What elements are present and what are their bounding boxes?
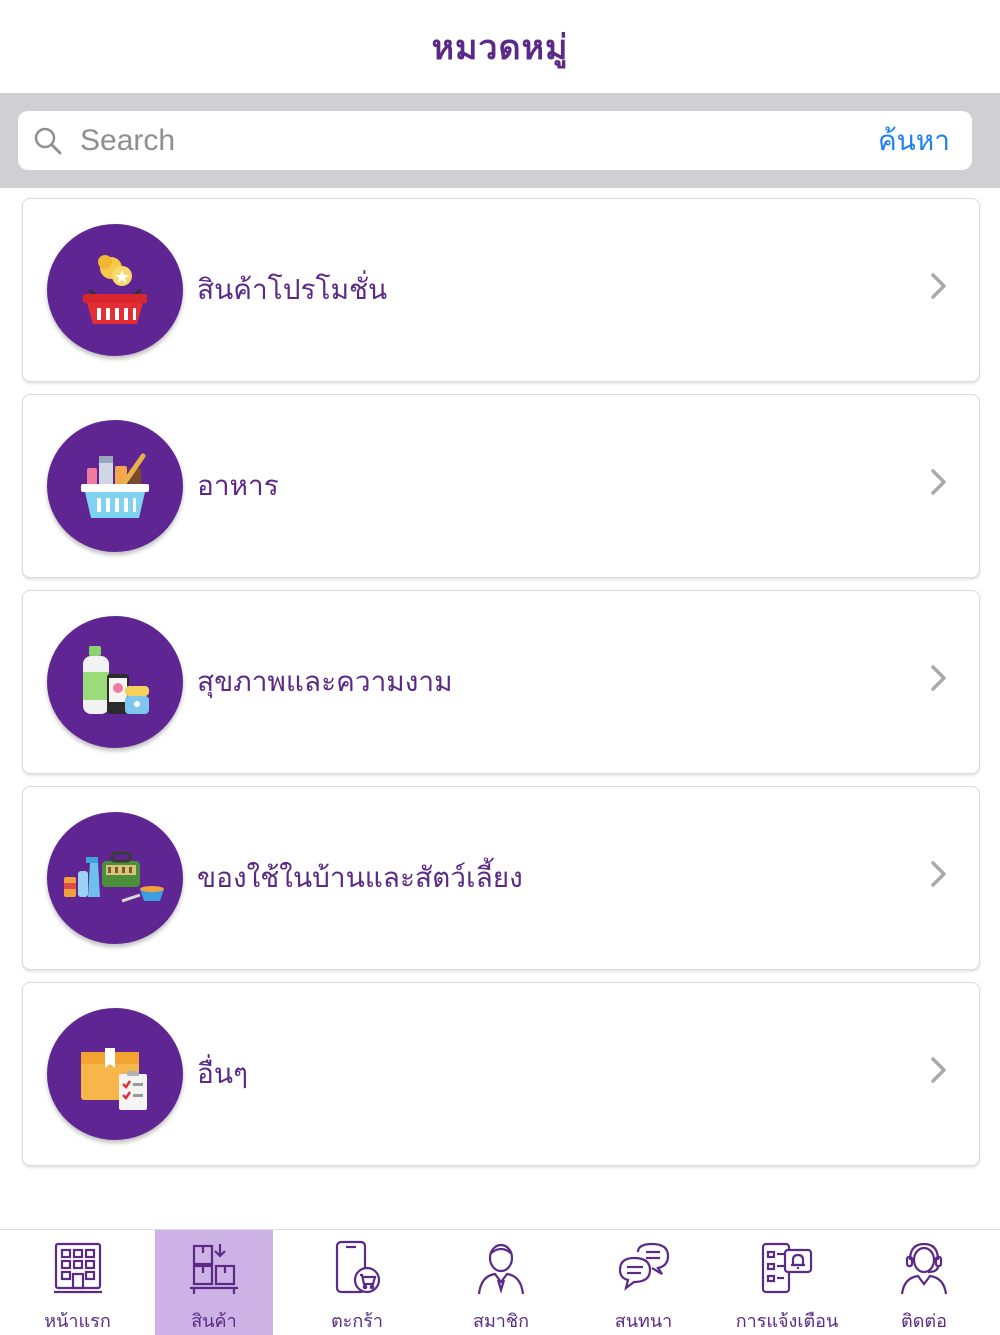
- search-icon: [32, 125, 64, 157]
- promotion-basket-icon: [47, 224, 183, 356]
- tab-chat[interactable]: สนทนา: [561, 1230, 726, 1335]
- notification-bell-icon: [759, 1240, 815, 1296]
- category-item-promotion[interactable]: สินค้าโปรโมชั่น: [22, 198, 980, 382]
- category-item-household-pets[interactable]: ของใช้ในบ้านและสัตว์เลี้ยง: [22, 786, 980, 970]
- chevron-right-icon: [929, 663, 947, 697]
- tab-label: ตะกร้า: [330, 1311, 384, 1332]
- search-button[interactable]: ค้นหา: [878, 119, 950, 163]
- chevron-right-icon: [929, 1055, 947, 1089]
- support-agent-icon: [898, 1240, 950, 1296]
- category-label: ของใช้ในบ้านและสัตว์เลี้ยง: [197, 861, 523, 894]
- page-title: หมวดหมู่: [431, 27, 569, 68]
- chevron-right-icon: [929, 859, 947, 893]
- category-label: อาหาร: [197, 469, 279, 502]
- chat-bubbles-icon: [616, 1240, 672, 1296]
- category-label: อื่นๆ: [197, 1057, 248, 1090]
- warehouse-boxes-icon: [188, 1240, 240, 1296]
- phone-cart-icon: [331, 1240, 383, 1296]
- search-bar: ค้นหา: [0, 93, 1000, 188]
- category-label: สินค้าโปรโมชั่น: [197, 273, 388, 306]
- search-input[interactable]: [78, 114, 878, 167]
- household-pet-icon: [47, 812, 183, 944]
- tab-products[interactable]: สินค้า: [155, 1230, 273, 1335]
- chevron-right-icon: [929, 467, 947, 501]
- category-item-others[interactable]: อื่นๆ: [22, 982, 980, 1166]
- tab-label: สนทนา: [614, 1311, 673, 1332]
- tab-cart[interactable]: ตะกร้า: [273, 1230, 441, 1335]
- tab-label: สินค้า: [191, 1311, 237, 1332]
- building-icon: [52, 1240, 104, 1296]
- category-list: สินค้าโปรโมชั่น อาหาร สุขภาพและความงาม ข…: [22, 198, 980, 1178]
- tab-label: สมาชิก: [472, 1311, 530, 1332]
- tab-member[interactable]: สมาชิก: [441, 1230, 561, 1335]
- cosmetics-icon: [47, 616, 183, 748]
- category-label: สุขภาพและความงาม: [197, 665, 453, 698]
- tab-label: ติดต่อ: [901, 1311, 947, 1332]
- food-basket-icon: [47, 420, 183, 552]
- chevron-right-icon: [929, 271, 947, 305]
- category-item-health-beauty[interactable]: สุขภาพและความงาม: [22, 590, 980, 774]
- category-item-food[interactable]: อาหาร: [22, 394, 980, 578]
- box-checklist-icon: [47, 1008, 183, 1140]
- tab-home[interactable]: หน้าแรก: [0, 1230, 155, 1335]
- tab-contact[interactable]: ติดต่อ: [848, 1230, 1000, 1335]
- tab-label: หน้าแรก: [44, 1311, 111, 1332]
- bottom-tab-bar: หน้าแรก สินค้า ตะกร้า สมาชิก สนทนา การแจ…: [0, 1229, 1000, 1335]
- navigation-header: หมวดหมู่: [0, 0, 1000, 93]
- search-box[interactable]: ค้นหา: [18, 111, 972, 170]
- tab-label: การแจ้งเตือน: [735, 1311, 839, 1332]
- tab-notifications[interactable]: การแจ้งเตือน: [726, 1230, 848, 1335]
- user-icon: [475, 1240, 527, 1296]
